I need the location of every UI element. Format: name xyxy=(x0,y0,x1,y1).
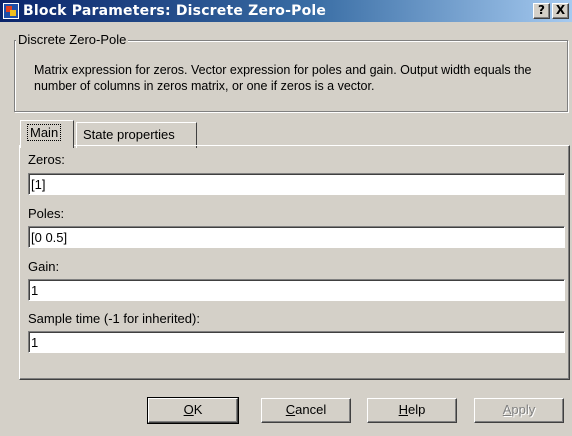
help-label-rest: elp xyxy=(408,402,426,417)
app-icon xyxy=(3,3,19,19)
ok-label-rest: K xyxy=(193,402,203,417)
ok-mnemonic: O xyxy=(183,402,194,417)
close-icon[interactable]: X xyxy=(552,3,569,19)
title-bar[interactable]: Block Parameters: Discrete Zero-Pole ? X xyxy=(0,0,572,22)
help-button[interactable]: Help xyxy=(367,398,457,423)
group-legend: Discrete Zero-Pole xyxy=(16,32,129,47)
help-mnemonic: H xyxy=(398,402,409,417)
tab-main[interactable]: Main xyxy=(20,120,74,148)
apply-label-rest: pply xyxy=(511,402,536,417)
zeros-input[interactable]: [1] xyxy=(28,173,565,195)
tab-main-label: Main xyxy=(27,124,62,141)
window-title: Block Parameters: Discrete Zero-Pole xyxy=(23,3,327,19)
cancel-label-rest: ancel xyxy=(295,402,327,417)
cancel-button[interactable]: Cancel xyxy=(261,398,351,423)
gain-label: Gain: xyxy=(28,259,60,274)
poles-label: Poles: xyxy=(28,206,65,221)
ok-button[interactable]: OK xyxy=(147,397,239,424)
block-description: Matrix expression for zeros. Vector expr… xyxy=(34,63,532,93)
sample-time-input[interactable]: 1 xyxy=(28,331,565,353)
apply-button[interactable]: Apply xyxy=(474,398,564,423)
sample-time-label: Sample time (-1 for inherited): xyxy=(28,311,200,326)
poles-input[interactable]: [0 0.5] xyxy=(28,226,565,248)
cancel-mnemonic: C xyxy=(285,402,296,417)
zeros-label: Zeros: xyxy=(28,152,65,167)
help-icon[interactable]: ? xyxy=(533,3,550,19)
gain-input[interactable]: 1 xyxy=(28,279,565,301)
